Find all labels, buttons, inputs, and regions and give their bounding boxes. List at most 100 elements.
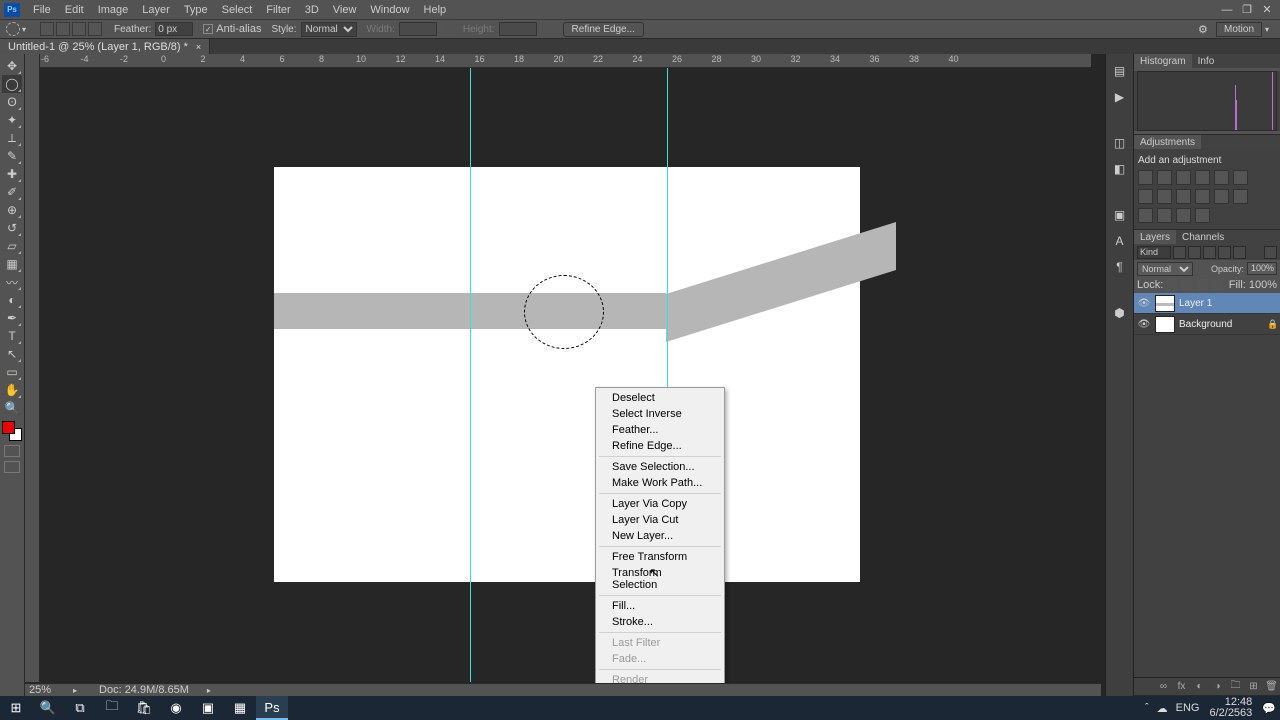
context-layer-via-copy[interactable]: Layer Via Copy bbox=[598, 496, 722, 512]
layer-filter-kind[interactable]: Kind bbox=[1137, 246, 1171, 259]
delete-layer-icon[interactable]: 🗑 bbox=[1265, 680, 1278, 693]
menu-image[interactable]: Image bbox=[91, 4, 136, 16]
visibility-icon[interactable]: 👁 bbox=[1137, 319, 1151, 330]
workspace-select[interactable]: Motion bbox=[1216, 22, 1262, 37]
document-tab[interactable]: Untitled-1 @ 25% (Layer 1, RGB/8) * × bbox=[0, 39, 210, 54]
layer-thumb[interactable] bbox=[1155, 295, 1175, 312]
fill-value[interactable]: 100% bbox=[1249, 279, 1277, 291]
move-tool[interactable]: ✥ bbox=[2, 57, 22, 75]
selection-add-button[interactable] bbox=[56, 22, 70, 36]
context-refine-edge[interactable]: Refine Edge... bbox=[598, 438, 722, 454]
panel-icon-1[interactable]: ▤ bbox=[1110, 61, 1130, 81]
start-button[interactable]: ⊞ bbox=[0, 696, 32, 720]
filter-smart-icon[interactable] bbox=[1233, 246, 1246, 259]
adj-mixer-icon[interactable] bbox=[1176, 189, 1191, 204]
menu-select[interactable]: Select bbox=[215, 4, 260, 16]
tray-clock[interactable]: 12:486/2/2563 bbox=[1203, 697, 1258, 719]
wand-tool[interactable]: ✦ bbox=[2, 111, 22, 129]
zoom-arrow-icon[interactable]: ▸ bbox=[73, 686, 77, 695]
marquee-tool[interactable]: ◯ bbox=[2, 75, 22, 93]
menu-3d[interactable]: 3D bbox=[298, 4, 326, 16]
layer-name[interactable]: Background bbox=[1179, 319, 1267, 330]
quickmask-icon[interactable] bbox=[4, 445, 20, 457]
menu-layer[interactable]: Layer bbox=[135, 4, 177, 16]
adj-brightness-icon[interactable] bbox=[1138, 170, 1153, 185]
selection-new-button[interactable] bbox=[40, 22, 54, 36]
panel-icon-2[interactable]: ◫ bbox=[1110, 133, 1130, 153]
opacity-value[interactable]: 100% bbox=[1247, 262, 1277, 275]
heal-tool[interactable]: ✚ bbox=[2, 165, 22, 183]
context-free-transform[interactable]: Free Transform bbox=[598, 549, 722, 565]
panel-icon-3[interactable]: ◧ bbox=[1110, 159, 1130, 179]
chrome-icon[interactable]: ◉ bbox=[160, 696, 192, 720]
context-feather[interactable]: Feather... bbox=[598, 422, 722, 438]
crop-tool[interactable]: ⟂ bbox=[2, 129, 22, 147]
gradient-tool[interactable]: ▦ bbox=[2, 255, 22, 273]
menu-type[interactable]: Type bbox=[177, 4, 215, 16]
layers-tab[interactable]: Layers bbox=[1134, 230, 1176, 244]
adj-extra-icon[interactable] bbox=[1195, 208, 1210, 223]
context-select-inverse[interactable]: Select Inverse bbox=[598, 406, 722, 422]
path-tool[interactable]: ↖ bbox=[2, 345, 22, 363]
brush-tool[interactable]: ✐ bbox=[2, 183, 22, 201]
doc-info[interactable]: Doc: 24.9M/8.65M bbox=[99, 684, 189, 696]
new-layer-icon[interactable]: ⊞ bbox=[1247, 680, 1260, 693]
eyedropper-tool[interactable]: ✎ bbox=[2, 147, 22, 165]
store-icon[interactable]: 🛍 bbox=[128, 696, 160, 720]
panel-3d-icon[interactable]: ⬢ bbox=[1110, 303, 1130, 323]
adj-bw-icon[interactable] bbox=[1138, 189, 1153, 204]
vertical-ruler[interactable] bbox=[25, 54, 40, 682]
adj-vibrance-icon[interactable] bbox=[1214, 170, 1229, 185]
layer-item[interactable]: 👁 Layer 1 bbox=[1134, 293, 1280, 314]
layer-thumb[interactable] bbox=[1155, 316, 1175, 333]
adj-thresh-icon[interactable] bbox=[1138, 208, 1153, 223]
explorer-icon[interactable]: 🗀 bbox=[96, 696, 128, 720]
photoshop-taskbar-icon[interactable]: Ps bbox=[256, 696, 288, 720]
minimize-icon[interactable]: — bbox=[1218, 3, 1236, 17]
tray-lang[interactable]: ENG bbox=[1172, 702, 1204, 714]
filter-pixel-icon[interactable] bbox=[1173, 246, 1186, 259]
tray-cloud-icon[interactable]: ☁ bbox=[1153, 702, 1172, 715]
mask-icon[interactable]: ◐ bbox=[1193, 680, 1206, 693]
context-stroke[interactable]: Stroke... bbox=[598, 614, 722, 630]
adj-gradmap-icon[interactable] bbox=[1157, 208, 1172, 223]
guide-vertical-1[interactable] bbox=[470, 68, 471, 682]
menu-file[interactable]: File bbox=[26, 4, 58, 16]
context-new-layer[interactable]: New Layer... bbox=[598, 528, 722, 544]
refine-edge-button[interactable]: Refine Edge... bbox=[563, 22, 644, 37]
app-icon-2[interactable]: ▦ bbox=[224, 696, 256, 720]
taskview-icon[interactable]: ⧉ bbox=[64, 696, 96, 720]
zoom-tool[interactable]: 🔍 bbox=[2, 399, 22, 417]
context-fill[interactable]: Fill... bbox=[598, 598, 722, 614]
eraser-tool[interactable]: ▱ bbox=[2, 237, 22, 255]
search-icon[interactable]: 🔍 bbox=[32, 696, 64, 720]
layer-name[interactable]: Layer 1 bbox=[1179, 298, 1277, 309]
panel-play-icon[interactable]: ▶ bbox=[1110, 87, 1130, 107]
channels-tab[interactable]: Channels bbox=[1176, 230, 1230, 244]
canvas[interactable] bbox=[40, 68, 1091, 682]
adj-photo-icon[interactable] bbox=[1157, 189, 1172, 204]
menu-view[interactable]: View bbox=[326, 4, 364, 16]
visibility-icon[interactable]: 👁 bbox=[1137, 298, 1151, 309]
menu-help[interactable]: Help bbox=[417, 4, 454, 16]
adj-curves-icon[interactable] bbox=[1176, 170, 1191, 185]
adj-selcolor-icon[interactable] bbox=[1176, 208, 1191, 223]
adj-poster-icon[interactable] bbox=[1233, 189, 1248, 204]
lock-pos-icon[interactable] bbox=[1196, 279, 1208, 291]
zoom-level[interactable]: 25% bbox=[29, 684, 69, 696]
canvas-area[interactable]: -6-4-20246810121416182022242628303234363… bbox=[25, 54, 1105, 696]
tool-preset-dropdown[interactable]: ▾ bbox=[22, 25, 30, 34]
adj-exposure-icon[interactable] bbox=[1195, 170, 1210, 185]
workspace-dropdown-icon[interactable]: ▾ bbox=[1262, 25, 1274, 34]
maximize-icon[interactable]: ❐ bbox=[1238, 3, 1256, 17]
adjustments-tab[interactable]: Adjustments bbox=[1134, 135, 1201, 149]
histogram-tab[interactable]: Histogram bbox=[1134, 54, 1192, 68]
filter-adj-icon[interactable] bbox=[1188, 246, 1201, 259]
fx-icon[interactable]: fx bbox=[1175, 680, 1188, 693]
document-paper[interactable] bbox=[274, 167, 860, 582]
adj-layer-icon[interactable]: ◑ bbox=[1211, 680, 1224, 693]
tab-close-icon[interactable]: × bbox=[196, 42, 201, 52]
context-layer-via-cut[interactable]: Layer Via Cut bbox=[598, 512, 722, 528]
pen-tool[interactable]: ✒ bbox=[2, 309, 22, 327]
hand-tool[interactable]: ✋ bbox=[2, 381, 22, 399]
